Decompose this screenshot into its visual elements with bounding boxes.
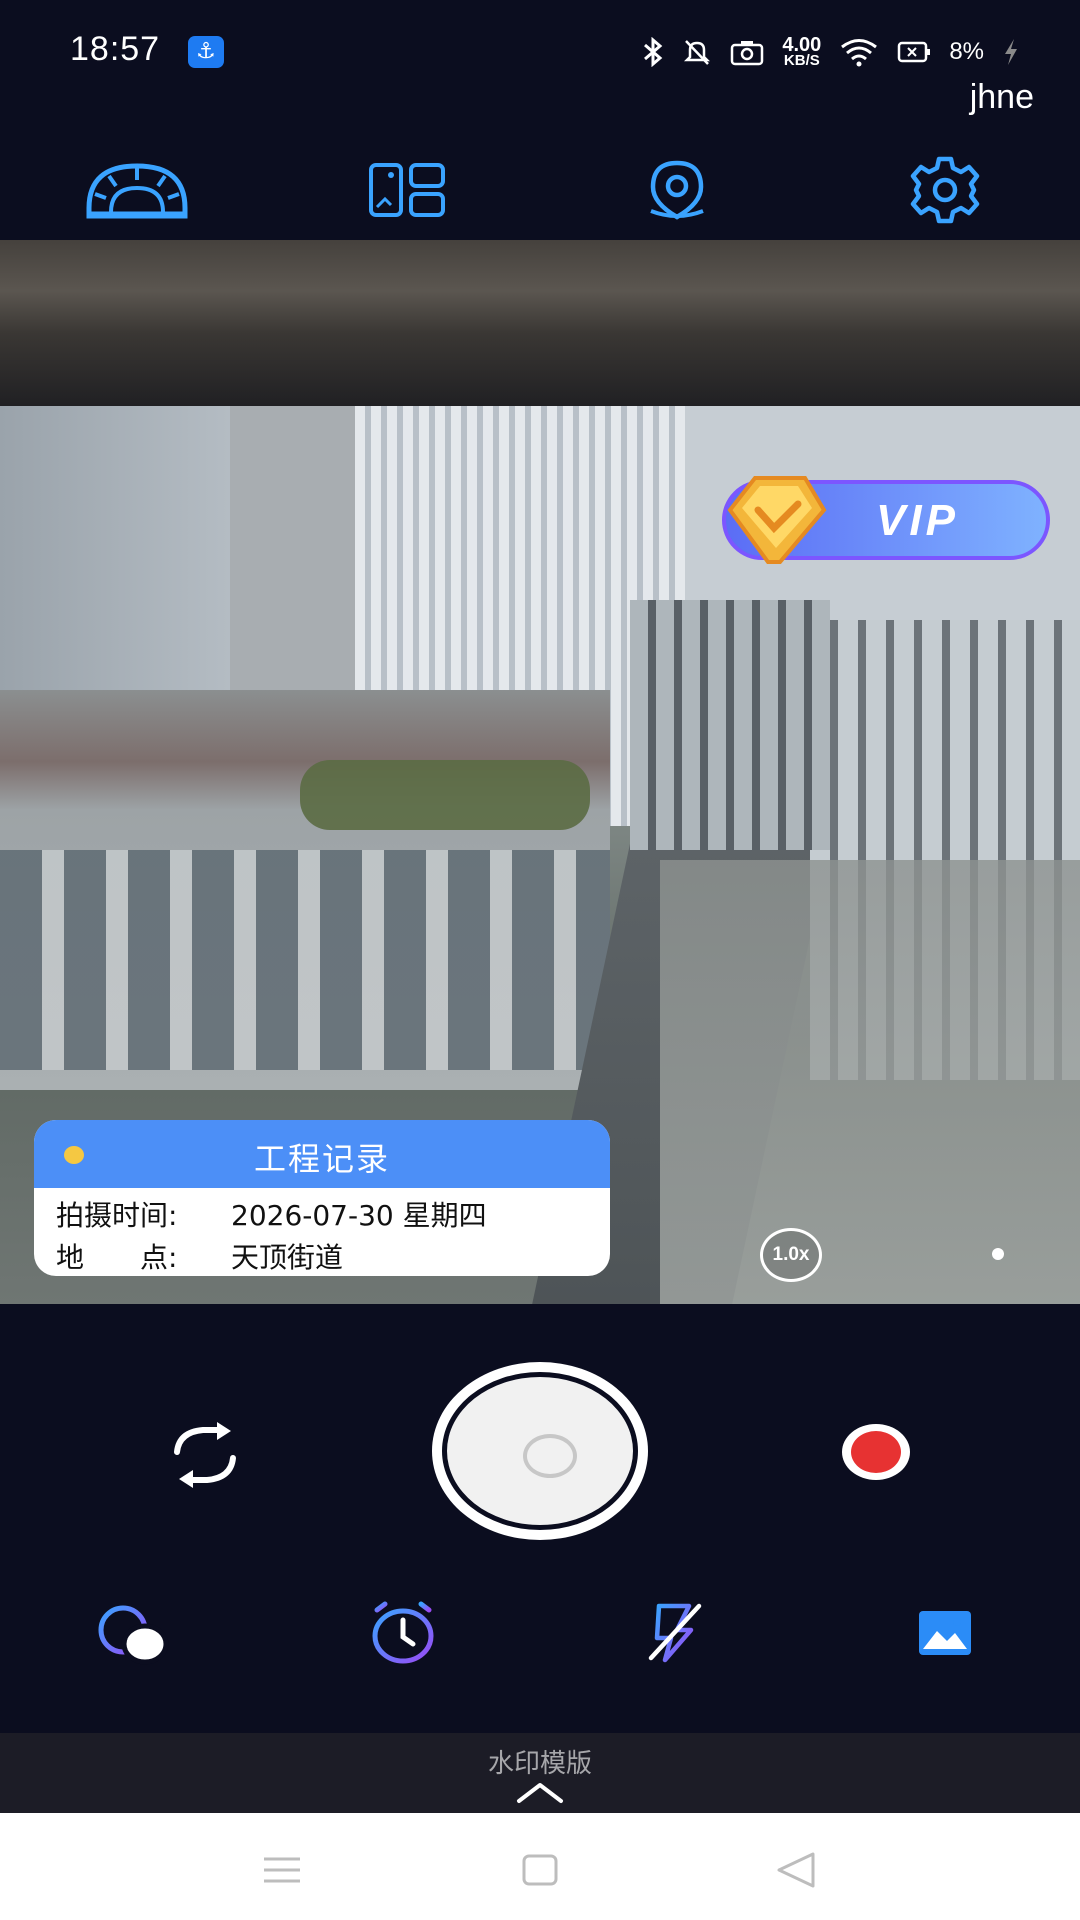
top-toolbar [0, 120, 1080, 230]
watermark-header: 工程记录 [34, 1120, 610, 1188]
battery-percent: 8% [949, 38, 984, 65]
bottom-tools [0, 1590, 1080, 1680]
menu-nav-button[interactable] [252, 1845, 312, 1895]
vip-label: VIP [876, 496, 959, 545]
protractor-button[interactable] [82, 140, 192, 240]
watermark-time-value: 2026-07-30 星期四 [231, 1199, 487, 1232]
user-name: jhne [969, 78, 1034, 116]
status-icons: 4.00 KB/S 8% [642, 32, 1020, 72]
protractor-icon [86, 163, 188, 219]
watermark-place-row: 地 点: 天顶街道 [56, 1236, 343, 1276]
home-square-icon [522, 1854, 558, 1886]
zoom-button[interactable]: 1.0x [760, 1228, 822, 1282]
record-video-button[interactable] [842, 1424, 910, 1480]
status-bar: 18:57 ⚓ 4.00 KB/S 8% [0, 0, 1080, 100]
layout-grid-icon [369, 163, 445, 217]
camera-viewfinder[interactable]: VIP 工程记录 拍摄时间: 2026-07-30 星期四 地 点: 天顶街道 1.… [0, 240, 1080, 1304]
flash-off-icon [648, 1603, 702, 1663]
watermark-card[interactable]: 工程记录 拍摄时间: 2026-07-30 星期四 地 点: 天顶街道 [34, 1120, 610, 1276]
template-label: 水印模版 [487, 1749, 592, 1779]
status-time: 18:57 [70, 30, 161, 68]
scene-parking [660, 860, 1080, 1304]
flash-button[interactable] [630, 1590, 720, 1676]
shutter-inner [442, 1372, 638, 1530]
vip-gem-icon [727, 476, 827, 564]
layout-button[interactable] [352, 140, 462, 240]
system-nav-bar [0, 1813, 1080, 1920]
scene-trees [300, 760, 590, 830]
watermark-time-label: 拍摄时间: [56, 1199, 178, 1232]
charging-icon [1005, 39, 1017, 65]
location-button[interactable] [622, 140, 732, 240]
wifi-icon [841, 39, 878, 67]
vip-button[interactable]: VIP [722, 476, 1050, 564]
watermark-place-label: 地 点: [56, 1241, 178, 1274]
watermark-time-row: 拍摄时间: 2026-07-30 星期四 [56, 1194, 487, 1234]
filter-circles-icon [98, 1605, 169, 1665]
usb-icon: ⚓ [188, 36, 224, 68]
shutter-core [523, 1434, 577, 1478]
location-pin-icon [650, 160, 704, 220]
timer-button[interactable] [358, 1590, 448, 1676]
bluetooth-icon [644, 37, 663, 67]
watermark-template-bar[interactable]: 水印模版 [0, 1733, 1080, 1813]
net-speed: 4.00 KB/S [782, 34, 822, 69]
menu-icon [264, 1857, 300, 1883]
gear-icon [910, 156, 980, 224]
scene-building [0, 850, 610, 1070]
timer-icon [372, 1601, 434, 1664]
chevron-up-icon[interactable] [515, 1779, 565, 1805]
shutter-button[interactable] [432, 1362, 648, 1540]
switch-camera-button[interactable] [160, 1410, 250, 1500]
camera-icon [731, 41, 764, 66]
watermark-title: 工程记录 [253, 1140, 390, 1178]
battery-icon [898, 41, 931, 63]
back-triangle-icon [777, 1852, 815, 1888]
home-nav-button[interactable] [510, 1845, 570, 1895]
back-nav-button[interactable] [766, 1845, 826, 1895]
record-dot-icon [851, 1431, 901, 1473]
filter-button[interactable] [90, 1590, 180, 1676]
switch-camera-icon [174, 1422, 236, 1488]
gallery-icon [919, 1611, 971, 1655]
window-frame [0, 240, 1080, 410]
watermark-place-value: 天顶街道 [231, 1241, 344, 1274]
gallery-button[interactable] [900, 1590, 990, 1676]
mute-bell-icon [684, 40, 711, 65]
focus-indicator [992, 1248, 1004, 1260]
settings-button[interactable] [890, 140, 1000, 240]
scene-building [630, 600, 830, 850]
